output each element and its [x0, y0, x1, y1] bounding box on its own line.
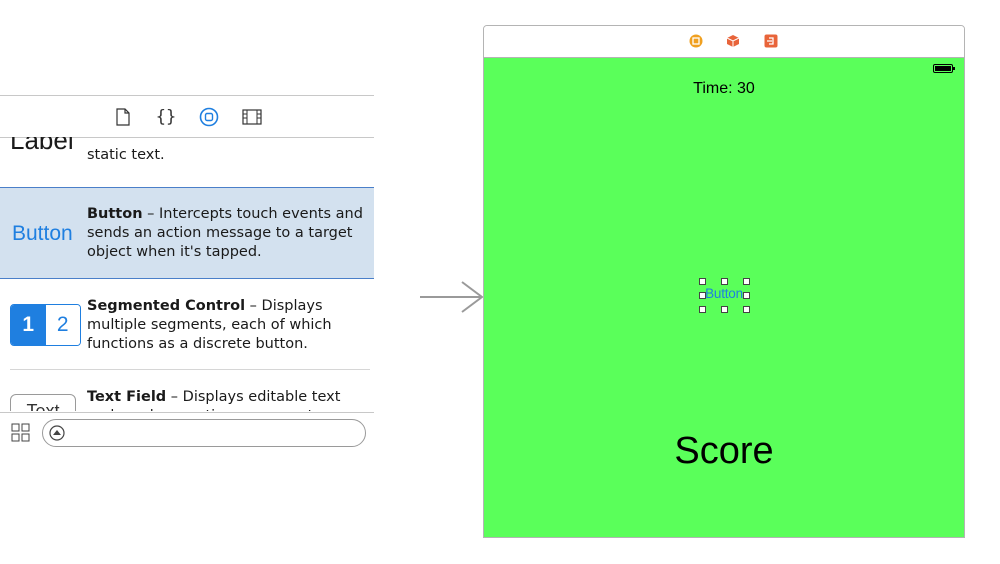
- resize-handle-bottom-right[interactable]: [743, 306, 750, 313]
- library-filter-bar: [0, 412, 374, 450]
- score-label: Score: [674, 430, 774, 472]
- library-item-description: static text.: [87, 147, 165, 163]
- library-item-description: Button – Intercepts touch events and sen…: [87, 206, 363, 260]
- file-template-tab[interactable]: [112, 106, 134, 128]
- library-item-text-field[interactable]: Text Text Field – Displays editable text…: [0, 370, 374, 411]
- selected-button-frame[interactable]: Button: [699, 278, 750, 313]
- text-field-thumbnail: Text: [10, 394, 76, 411]
- view-controller-icon[interactable]: [689, 34, 703, 48]
- resize-handle-top-right[interactable]: [743, 278, 750, 285]
- library-tab-bar: {}: [0, 95, 374, 138]
- exit-icon[interactable]: [764, 34, 778, 48]
- object-library-tab[interactable]: [198, 106, 220, 128]
- first-responder-icon[interactable]: [726, 34, 740, 48]
- game-button[interactable]: Button: [701, 286, 747, 301]
- resize-handle-bottom-left[interactable]: [699, 306, 706, 313]
- film-strip-icon: [242, 109, 262, 125]
- library-item-description: Segmented Control – Displays multiple se…: [87, 298, 332, 352]
- label-thumbnail: Label: [10, 137, 74, 155]
- main-view[interactable]: Time: 30 Button Score: [484, 58, 964, 537]
- resize-handle-left[interactable]: [699, 292, 706, 299]
- library-item-label[interactable]: Label static text.: [0, 137, 374, 183]
- braces-icon: {}: [155, 107, 177, 127]
- segment-one: 1: [11, 305, 46, 345]
- library-list[interactable]: Label static text. Button Button – Inter…: [0, 137, 374, 411]
- library-filter-input[interactable]: [42, 419, 366, 447]
- document-icon: [116, 108, 130, 126]
- filter-icon: [49, 425, 65, 441]
- resize-handle-top[interactable]: [721, 278, 728, 285]
- button-thumbnail: Button: [12, 222, 73, 245]
- object-library-icon: [199, 107, 219, 127]
- object-library-panel: {} Label static text. Button Button – In…: [0, 95, 375, 450]
- library-item-segmented-control[interactable]: 1 2 Segmented Control – Displays multipl…: [0, 278, 374, 370]
- library-item-description: Text Field – Displays editable text and …: [87, 389, 341, 411]
- segmented-control-thumbnail: 1 2: [10, 304, 81, 346]
- grid-view-icon[interactable]: [11, 423, 31, 443]
- view-controller-scene[interactable]: Time: 30 Button Score: [483, 25, 965, 538]
- scene-dock: [484, 26, 964, 58]
- initial-view-controller-arrow[interactable]: [420, 280, 484, 314]
- library-item-button[interactable]: Button Button – Intercepts touch events …: [0, 187, 374, 279]
- resize-handle-bottom[interactable]: [721, 306, 728, 313]
- segment-two: 2: [45, 305, 80, 345]
- media-library-tab[interactable]: [241, 106, 263, 128]
- battery-icon: [933, 64, 955, 73]
- time-label: Time: 30: [693, 80, 755, 97]
- resize-handle-right[interactable]: [743, 292, 750, 299]
- code-snippet-tab[interactable]: {}: [155, 106, 177, 128]
- resize-handle-top-left[interactable]: [699, 278, 706, 285]
